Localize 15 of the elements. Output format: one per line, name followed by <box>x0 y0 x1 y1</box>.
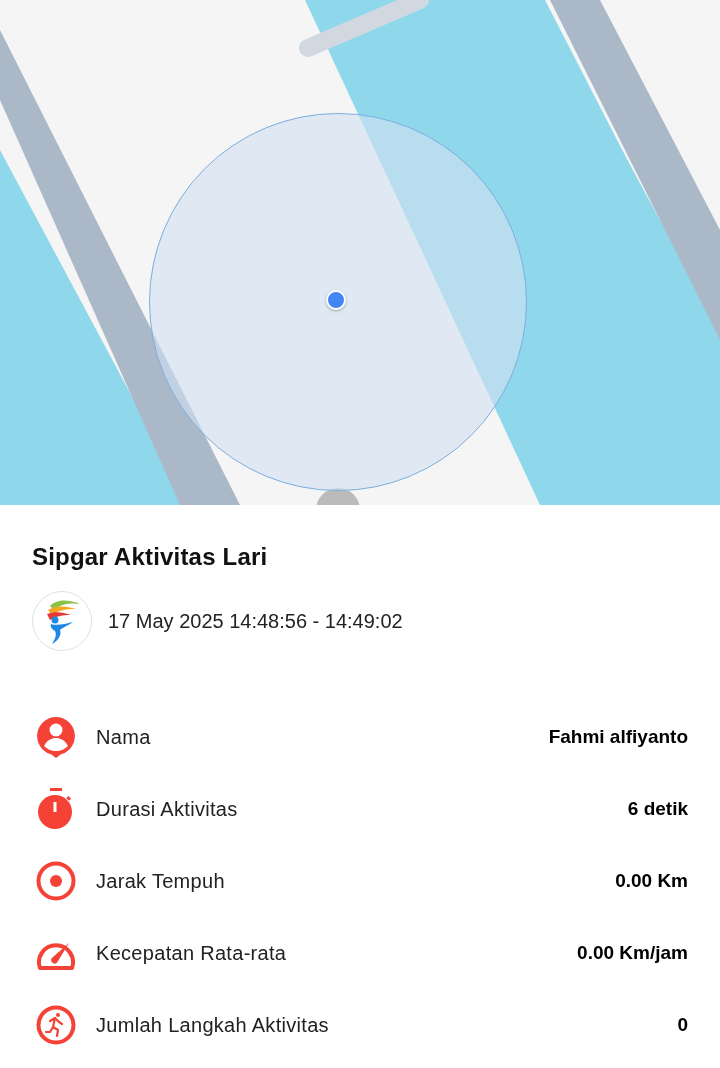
stat-label: Durasi Aktivitas <box>96 797 239 821</box>
stat-value: 6 detik <box>627 798 688 820</box>
stat-value: 0.00 Km <box>615 870 688 892</box>
stat-label: Nama <box>96 725 152 749</box>
time-range: 17 May 2025 14:48:56 - 14:49:02 <box>108 609 403 633</box>
stat-label: Kecepatan Rata-rata <box>96 941 288 965</box>
stat-value: 0.00 Km/jam <box>577 942 688 964</box>
stat-label: Jarak Tempuh <box>96 869 226 893</box>
target-icon <box>36 861 76 901</box>
user-pin-icon <box>36 716 76 758</box>
runner-icon <box>36 1005 76 1045</box>
stat-value: 0 <box>677 1014 688 1036</box>
stat-value: Fahmi alfiyanto <box>548 726 688 748</box>
activity-title: Sipgar Aktivitas Lari <box>32 543 269 571</box>
stat-label: Jumlah Langkah Aktivitas <box>96 1013 330 1037</box>
